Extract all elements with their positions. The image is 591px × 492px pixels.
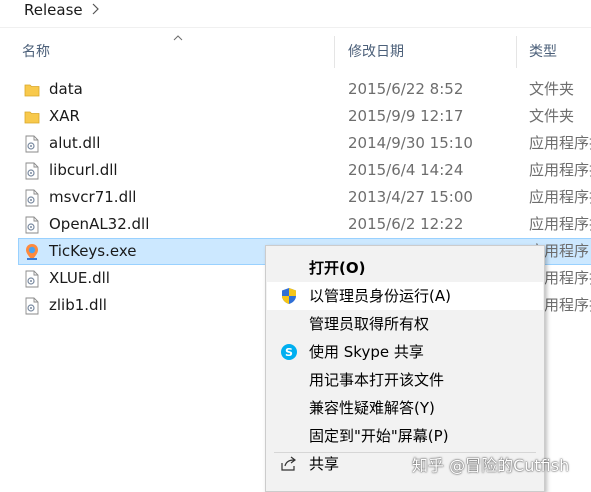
file-name: XAR <box>49 107 80 125</box>
file-type: 应用程序扩 <box>529 161 591 179</box>
file-name: XLUE.dll <box>49 269 110 287</box>
folder-icon <box>24 84 40 97</box>
divider <box>0 27 591 28</box>
context-menu: 打开(O) 以管理员身份运行(A) 管理员取得所有权 S 使用 Skype 共享… <box>265 245 545 492</box>
file-row-openal32[interactable]: OpenAL32.dll 2015/6/2 12:22 应用程序扩 <box>18 211 591 238</box>
menu-item-label: 管理员取得所有权 <box>309 315 430 333</box>
chevron-right-icon[interactable] <box>92 3 100 15</box>
column-divider[interactable] <box>334 36 335 68</box>
dll-file-icon <box>25 297 39 315</box>
share-icon <box>281 456 296 471</box>
column-header-date[interactable]: 修改日期 <box>348 43 404 61</box>
menu-item-take-ownership[interactable]: 管理员取得所有权 <box>267 310 543 338</box>
menu-item-label: 打开(O) <box>309 259 366 277</box>
file-date: 2013/4/27 15:00 <box>348 188 473 206</box>
file-type: 应用程序扩 <box>529 188 591 206</box>
column-divider[interactable] <box>516 36 517 68</box>
file-row-alut[interactable]: alut.dll 2014/9/30 15:10 应用程序扩 <box>18 130 591 157</box>
file-type: 应用程序扩 <box>529 134 591 152</box>
file-date: 2015/6/22 8:52 <box>348 80 464 98</box>
menu-item-open[interactable]: 打开(O) <box>267 254 543 282</box>
file-name: alut.dll <box>49 134 101 152</box>
menu-item-label: 以管理员身份运行(A) <box>309 287 451 305</box>
menu-item-label: 用记事本打开该文件 <box>309 371 445 389</box>
file-date: 2014/9/30 15:10 <box>348 134 473 152</box>
dll-file-icon <box>25 135 39 153</box>
file-row-msvcr71[interactable]: msvcr71.dll 2013/4/27 15:00 应用程序扩 <box>18 184 591 211</box>
file-name: msvcr71.dll <box>49 188 137 206</box>
menu-item-compat-troubleshoot[interactable]: 兼容性疑难解答(Y) <box>267 394 543 422</box>
dll-file-icon <box>25 216 39 234</box>
file-date: 2015/9/9 12:17 <box>348 107 464 125</box>
file-type: 应用程序扩 <box>529 215 591 233</box>
file-date: 2015/6/4 14:24 <box>348 161 464 179</box>
folder-icon <box>24 111 40 124</box>
file-name: data <box>49 80 83 98</box>
file-type: 文件夹 <box>529 80 575 98</box>
menu-item-label: 共享 <box>309 455 340 473</box>
column-header-name[interactable]: 名称 <box>22 43 50 61</box>
menu-item-run-as-admin[interactable]: 以管理员身份运行(A) <box>267 282 543 310</box>
file-name: TicKeys.exe <box>49 242 137 260</box>
skype-icon: S <box>281 344 297 360</box>
file-name: libcurl.dll <box>49 161 118 179</box>
menu-item-label: 兼容性疑难解答(Y) <box>309 399 435 417</box>
dll-file-icon <box>25 270 39 288</box>
svg-text:S: S <box>285 346 293 359</box>
column-header-type[interactable]: 类型 <box>529 43 557 61</box>
file-type: 文件夹 <box>529 107 575 125</box>
dll-file-icon <box>25 189 39 207</box>
breadcrumb-item-release[interactable]: Release <box>24 0 83 20</box>
file-row-data[interactable]: data 2015/6/22 8:52 文件夹 <box>18 76 591 103</box>
breadcrumb: Release <box>0 0 591 22</box>
uac-shield-icon <box>282 288 296 304</box>
file-row-xar[interactable]: XAR 2015/9/9 12:17 文件夹 <box>18 103 591 130</box>
tickeys-app-icon <box>26 244 38 260</box>
dll-file-icon <box>25 162 39 180</box>
menu-item-open-notepad[interactable]: 用记事本打开该文件 <box>267 366 543 394</box>
watermark: 知乎 @冒险的Cutfish <box>412 456 570 475</box>
file-name: zlib1.dll <box>49 296 107 314</box>
column-header-row <box>0 36 591 66</box>
menu-item-label: 使用 Skype 共享 <box>309 343 424 361</box>
file-row-libcurl[interactable]: libcurl.dll 2015/6/4 14:24 应用程序扩 <box>18 157 591 184</box>
file-date: 2015/6/2 12:22 <box>348 215 464 233</box>
menu-item-label: 固定到"开始"屏幕(P) <box>309 427 449 445</box>
menu-item-share-skype[interactable]: S 使用 Skype 共享 <box>267 338 543 366</box>
file-name: OpenAL32.dll <box>49 215 150 233</box>
menu-item-pin-to-start[interactable]: 固定到"开始"屏幕(P) <box>267 422 543 450</box>
